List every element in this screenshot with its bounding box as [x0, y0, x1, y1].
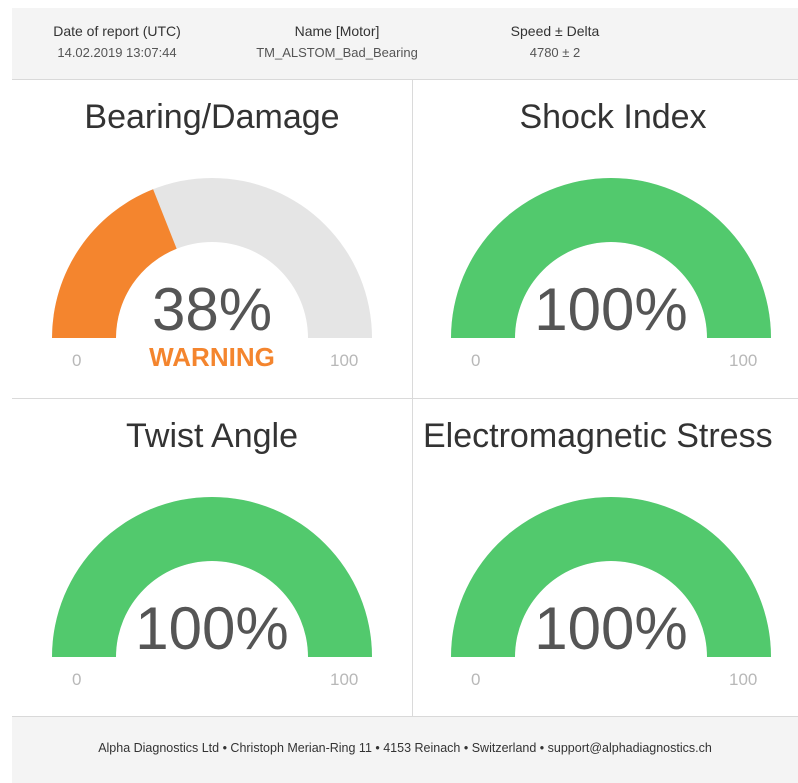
gauge-panel-bearing-damage: Bearing/Damage 38% WARNING 0 100 [12, 80, 412, 398]
speed-value: 4780 ± 2 [529, 45, 581, 60]
date-value: 14.02.2019 13:07:44 [57, 45, 177, 60]
gauge-max-label: 100 [330, 670, 359, 689]
gauge-twist-angle [51, 496, 372, 657]
gauge-value: 100% [135, 595, 289, 662]
speed-label: Speed ± Delta [510, 23, 600, 39]
report-footer: Alpha Diagnostics Ltd • Christoph Merian… [12, 716, 798, 783]
gauge-min-label: 0 [471, 351, 481, 370]
report-header: Date of report (UTC) 14.02.2019 13:07:44… [12, 8, 798, 80]
motor-name-column: Name [Motor] TM_ALSTOM_Bad_Bearing [242, 22, 432, 62]
gauge-max-label: 100 [330, 351, 359, 370]
gauge-panel-shock-index: Shock Index 100% 0 100 [413, 80, 798, 398]
gauge-min-label: 0 [72, 670, 82, 689]
gauge-electromagnetic-stress [451, 496, 771, 657]
gauge-status-warning: WARNING [149, 342, 275, 372]
motor-name-label: Name [Motor] [294, 23, 380, 39]
gauge-min-label: 0 [72, 351, 82, 370]
gauge-panel-twist-angle: Twist Angle 100% 0 100 [12, 399, 412, 716]
motor-name-value: TM_ALSTOM_Bad_Bearing [256, 45, 418, 60]
gauge-value: 38% [151, 276, 273, 343]
speed-column: Speed ± Delta 4780 ± 2 [480, 22, 630, 62]
grid-divider-horizontal [12, 398, 798, 399]
gauge-min-label: 0 [471, 670, 481, 689]
gauge-max-label: 100 [729, 351, 758, 370]
gauge-max-label: 100 [729, 670, 758, 689]
date-label: Date of report (UTC) [53, 23, 181, 39]
date-column: Date of report (UTC) 14.02.2019 13:07:44 [42, 22, 192, 62]
gauge-value: 100% [534, 276, 688, 343]
gauge-grid: Bearing/Damage 38% WARNING 0 100 Shock I… [12, 80, 798, 716]
footer-contact-text: Alpha Diagnostics Ltd • Christoph Merian… [98, 741, 712, 755]
gauge-value: 100% [534, 595, 688, 662]
gauge-panel-electromagnetic-stress: Electromagnetic Stress 100% 0 100 [413, 399, 798, 716]
